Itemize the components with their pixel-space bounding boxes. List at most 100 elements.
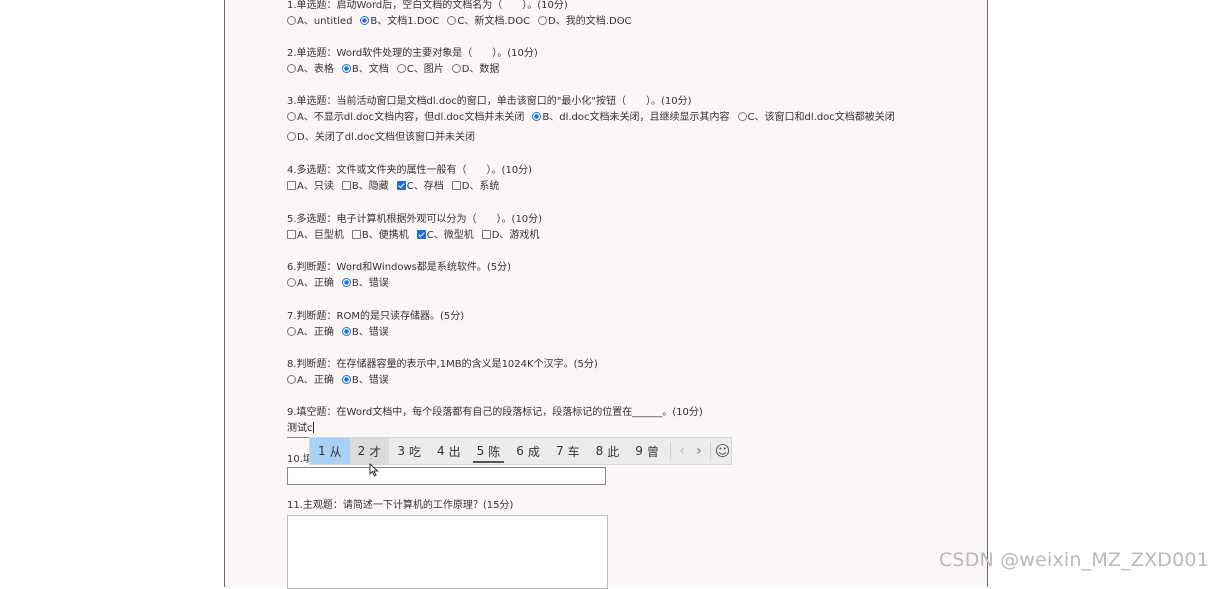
ime-candidate[interactable]: 5陈: [469, 438, 509, 464]
checkbox[interactable]: [416, 230, 426, 239]
option-row: A、正确 B、错误: [287, 325, 977, 340]
ime-next-page-icon[interactable]: ›: [691, 438, 708, 464]
radio-button[interactable]: [341, 327, 351, 336]
radio-button[interactable]: [451, 64, 461, 73]
option-c[interactable]: C、微型机: [416, 228, 474, 243]
option-d[interactable]: D、游戏机: [481, 228, 539, 243]
checkbox[interactable]: [396, 181, 406, 190]
question-title: 6.判断题：Word和Windows都是系统软件。(5分): [287, 262, 512, 273]
radio-button[interactable]: [341, 375, 351, 384]
ime-candidate-number: 8: [595, 444, 604, 458]
option-b[interactable]: B、文档1.DOC: [360, 14, 439, 29]
radio-button[interactable]: [532, 112, 542, 121]
option-a[interactable]: A、表格: [287, 62, 334, 77]
option-c[interactable]: C、新文档.DOC: [447, 14, 530, 29]
ime-candidate[interactable]: 6成: [508, 438, 548, 464]
q10-answer-input[interactable]: [287, 467, 606, 485]
option-row: A、巨型机 B、便携机 C、微型机 D、游戏机: [287, 228, 977, 243]
ime-candidate[interactable]: 1从: [310, 438, 350, 464]
radio-button[interactable]: [447, 16, 457, 25]
option-a[interactable]: A、正确: [287, 276, 334, 291]
option-label: A、正确: [297, 375, 334, 386]
ime-candidate-char: 陈: [488, 444, 501, 459]
option-d[interactable]: D、我的文档.DOC: [538, 14, 632, 29]
option-label: A、不显示dl.doc文档内容，但dl.doc文档并未关闭: [297, 112, 525, 123]
option-a[interactable]: A、不显示dl.doc文档内容，但dl.doc文档并未关闭: [287, 110, 524, 125]
option-a[interactable]: A、只读: [287, 179, 334, 194]
option-label: C、存档: [406, 181, 444, 192]
option-row: A、不显示dl.doc文档内容，但dl.doc文档并未关闭 B、dl.doc文档未…: [287, 110, 977, 125]
radio-button[interactable]: [287, 278, 296, 287]
checkbox[interactable]: [351, 230, 361, 239]
option-a[interactable]: A、untitled: [287, 14, 352, 29]
radio-button[interactable]: [287, 375, 296, 384]
option-row: A、表格 B、文档 C、图片 D、数据: [287, 62, 977, 77]
option-label: A、正确: [297, 278, 334, 289]
radio-button[interactable]: [360, 16, 370, 25]
option-b[interactable]: B、便携机: [351, 228, 409, 243]
option-row: D、关闭了dl.doc文档但该窗口并未关闭: [287, 130, 977, 145]
ime-candidate[interactable]: 7车: [548, 438, 588, 464]
ime-candidate[interactable]: 8此: [588, 438, 628, 464]
checkbox[interactable]: [341, 181, 351, 190]
ime-candidate-number: 9: [635, 444, 643, 458]
option-label: A、只读: [297, 181, 334, 192]
ime-candidate-number: 7: [555, 444, 564, 458]
radio-button[interactable]: [737, 112, 747, 121]
q11-answer-textarea[interactable]: [287, 515, 608, 589]
radio-button[interactable]: [287, 327, 296, 336]
ime-candidate[interactable]: 9曾: [627, 438, 667, 464]
ime-candidate[interactable]: 4出: [429, 438, 469, 464]
ime-candidate[interactable]: 3吃: [389, 438, 429, 464]
ime-emoji-icon[interactable]: ☺: [714, 438, 731, 464]
checkbox[interactable]: [287, 181, 296, 190]
ime-candidate-char: 车: [567, 444, 580, 459]
checkbox[interactable]: [481, 230, 491, 239]
radio-button[interactable]: [287, 64, 296, 73]
option-c[interactable]: C、该窗口和dl.doc文档都被关闭: [737, 110, 895, 125]
question-5: 5.多选题：电子计算机根据外观可以分为（ ）。(10分) A、巨型机 B、便携机 C、…: [287, 212, 977, 243]
option-label: B、便携机: [361, 230, 409, 241]
checkbox[interactable]: [287, 230, 296, 239]
radio-button[interactable]: [396, 64, 406, 73]
question-6: 6.判断题：Word和Windows都是系统软件。(5分) A、正确 B、错误: [287, 260, 977, 291]
option-label: C、新文档.DOC: [457, 16, 531, 27]
option-b[interactable]: B、dl.doc文档未关闭，且继续显示其内容: [532, 110, 730, 125]
question-title: 2.单选题：Word软件处理的主要对象是（ ）。(10分): [287, 48, 538, 59]
option-a[interactable]: A、巨型机: [287, 228, 344, 243]
option-label: B、文档1.DOC: [370, 16, 440, 27]
checkbox[interactable]: [451, 181, 461, 190]
radio-button[interactable]: [341, 64, 351, 73]
option-d[interactable]: D、关闭了dl.doc文档但该窗口并未关闭: [287, 130, 475, 145]
option-d[interactable]: D、系统: [451, 179, 499, 194]
option-b[interactable]: B、错误: [341, 276, 389, 291]
option-label: D、数据: [461, 64, 500, 75]
radio-button[interactable]: [538, 16, 548, 25]
radio-button[interactable]: [287, 16, 296, 25]
ime-prev-page-icon[interactable]: ‹: [674, 438, 691, 464]
option-label: B、错误: [351, 327, 389, 338]
option-label: C、微型机: [426, 230, 474, 241]
option-d[interactable]: D、数据: [451, 62, 500, 77]
q9-answer-input[interactable]: [287, 420, 606, 438]
option-label: B、隐藏: [351, 181, 389, 192]
option-c[interactable]: C、图片: [396, 62, 444, 77]
option-b[interactable]: B、文档: [341, 62, 389, 77]
question-1: 1.单选题：启动Word后，空白文档的文档名为（ ）。(10分) A、untitl…: [287, 0, 977, 29]
option-row: A、untitled B、文档1.DOC C、新文档.DOC D、我的文档.DOC: [287, 14, 977, 29]
radio-button[interactable]: [341, 278, 351, 287]
ime-candidate[interactable]: 2才: [349, 438, 390, 464]
ime-candidate-number: 2: [357, 444, 366, 458]
option-a[interactable]: A、正确: [287, 373, 334, 388]
option-b[interactable]: B、隐藏: [341, 179, 389, 194]
option-label: D、关闭了dl.doc文档但该窗口并未关闭: [297, 132, 475, 143]
ime-candidate-number: 1: [318, 444, 326, 458]
ime-candidate-char: 出: [448, 444, 461, 459]
option-c[interactable]: C、存档: [396, 179, 444, 194]
ime-candidate-char: 成: [527, 444, 540, 459]
radio-button[interactable]: [287, 112, 296, 121]
option-b[interactable]: B、错误: [341, 325, 389, 340]
radio-button[interactable]: [287, 132, 296, 141]
option-a[interactable]: A、正确: [287, 325, 334, 340]
option-b[interactable]: B、错误: [341, 373, 389, 388]
